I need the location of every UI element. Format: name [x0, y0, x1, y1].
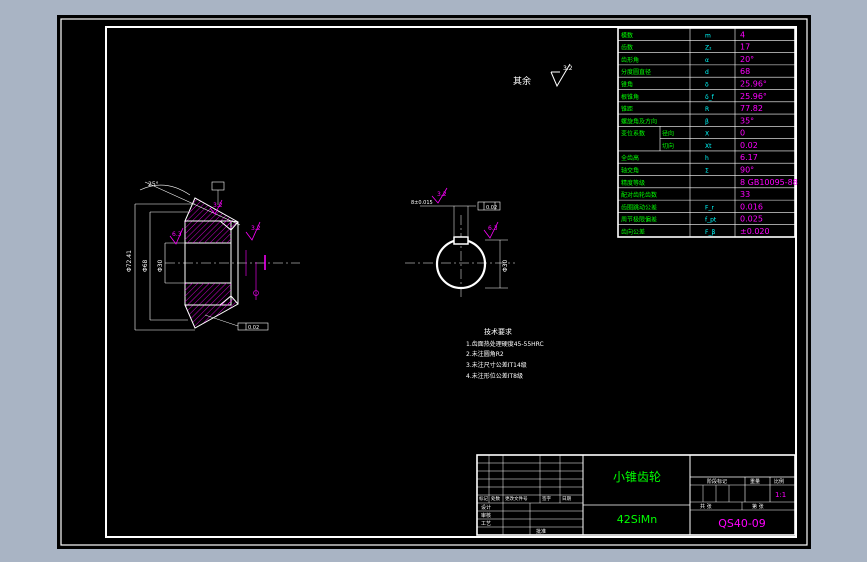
gear-roughness-2: 3.2: [251, 225, 261, 232]
param-name: 轴交角: [621, 167, 639, 175]
dim-outer-diameter: Φ72.41: [126, 250, 133, 272]
param-value: 25.96°: [740, 92, 767, 101]
tb-role-label: 工艺: [481, 521, 491, 527]
sheet-total: 共 张: [700, 503, 712, 510]
param-symbol: h: [705, 155, 709, 162]
param-value: 25.96°: [740, 79, 767, 88]
tb-header-label: 处数: [491, 495, 500, 502]
tb-header-label: 更改文件号: [505, 495, 528, 502]
param-value: 0.025: [740, 215, 763, 224]
param-name: 分度圆直径: [621, 68, 651, 76]
keyway-dim-label: 8±0.015: [411, 200, 433, 206]
hub-keyway: [453, 236, 469, 245]
cad-viewport[interactable]: 其余 3.2 Φ72.41 Φ68 Φ30 25° 3.2 3.2 6.3 0.…: [0, 0, 867, 562]
tb-approve-label: 批准: [536, 528, 546, 535]
param-symbol: δ_f: [705, 94, 715, 101]
tb-header-label: 签字: [542, 495, 551, 502]
param-name: 全齿高: [621, 154, 639, 162]
param-symbol: Σ: [705, 168, 709, 175]
param-name: 周节极限偏差: [621, 216, 657, 224]
param-subname: 切向: [662, 142, 674, 150]
param-name: 锥角: [621, 80, 633, 88]
param-value: 20°: [740, 55, 754, 64]
param-symbol: δ: [705, 81, 709, 88]
roughness-note-label: 其余: [513, 75, 531, 87]
param-name: 齿圈跳动公差: [621, 203, 657, 211]
tech-requirement-item: 3.未注尺寸公差IT14级: [466, 361, 527, 369]
dim-bore-diameter: Φ30: [157, 259, 164, 272]
drawing-number: QS40-09: [718, 517, 766, 530]
part-name: 小锥齿轮: [613, 470, 661, 484]
param-value: 4: [740, 30, 745, 39]
scale-value: 1:1: [775, 491, 786, 499]
param-name: 齿形角: [621, 56, 639, 64]
hub-tolerance-value: 0.02: [486, 205, 497, 211]
material-label: 42SiMn: [617, 513, 658, 526]
param-symbol: α: [705, 57, 709, 64]
param-symbol: Z₂: [705, 45, 712, 52]
tech-requirement-item: 2.未注圆角R2: [466, 350, 504, 358]
param-name: 齿数: [621, 44, 633, 52]
param-name: 锥距: [621, 105, 633, 113]
param-name: 螺旋角及方向: [621, 117, 657, 125]
hub-roughness-1: 3.2: [437, 191, 447, 198]
param-value: 0.016: [740, 202, 763, 211]
dim-pitch-diameter: Φ68: [142, 259, 149, 272]
param-value: 90°: [740, 166, 754, 175]
param-name: 模数: [621, 31, 633, 39]
tb-header-label: 标记: [479, 495, 488, 502]
scale-header: 比例: [774, 478, 784, 485]
gear-roughness-1: 3.2: [213, 202, 223, 209]
param-name: 齿向公差: [621, 228, 645, 236]
tb-role-label: 设计: [481, 504, 491, 511]
param-symbol: d: [705, 69, 709, 76]
param-value: 33: [740, 190, 750, 199]
param-value: 17: [740, 43, 750, 52]
roughness-note-value: 3.2: [563, 65, 573, 72]
param-symbol: R: [705, 106, 709, 113]
param-symbol: β: [705, 118, 709, 125]
param-symbol: F_β: [705, 229, 715, 236]
param-value: 8 GB10095-88: [740, 178, 798, 187]
tb-role-label: 审核: [481, 512, 491, 519]
sheet-number: 第 张: [752, 503, 764, 510]
hub-roughness-2: 6.3: [488, 225, 498, 232]
stage-header: 阶段标记: [707, 478, 727, 485]
param-value: 35°: [740, 116, 754, 125]
param-value: 77.82: [740, 104, 763, 113]
param-name: 根锥角: [621, 93, 639, 101]
param-symbol: Xt: [705, 143, 712, 150]
param-value: 0: [740, 129, 745, 138]
param-name: 变位系数: [621, 130, 645, 138]
param-value: ±0.020: [740, 227, 770, 236]
tech-requirement-item: 1.齿面热处理硬度45-55HRC: [466, 340, 544, 348]
tb-header-label: 日期: [562, 496, 571, 502]
param-symbol: X: [705, 131, 709, 138]
dim-cone-angle: 25°: [148, 181, 159, 188]
param-name: 配对齿轮齿数: [621, 191, 657, 199]
param-subname: 径向: [662, 130, 674, 138]
param-name: 精度等级: [621, 179, 645, 187]
tech-requirements-title: 技术要求: [484, 327, 512, 336]
gear-tolerance-value: 0.02: [248, 325, 259, 331]
param-symbol: m: [705, 32, 711, 39]
param-symbol: F_r: [705, 204, 714, 211]
weight-header: 重量: [750, 478, 760, 485]
param-value: 68: [740, 67, 750, 76]
tech-requirement-item: 4.未注形位公差IT8级: [466, 372, 523, 380]
gear-roughness-3: 6.3: [172, 231, 182, 238]
hub-bore-dim: Φ30: [502, 259, 509, 272]
param-value: 6.17: [740, 153, 758, 162]
param-value: 0.02: [740, 141, 758, 150]
drawing-paper: [57, 15, 811, 549]
param-symbol: f_pt: [705, 217, 717, 224]
